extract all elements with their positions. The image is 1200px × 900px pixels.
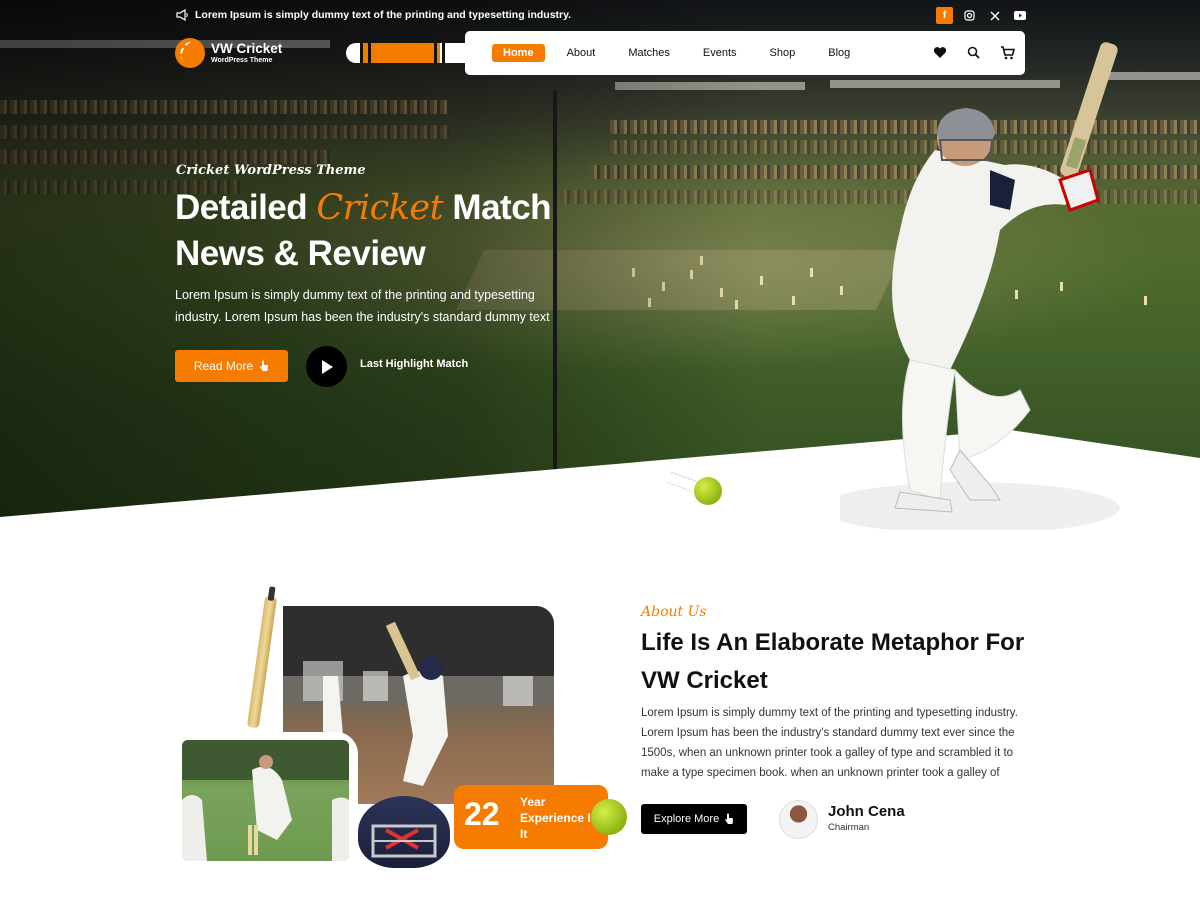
cricket-ball-icon xyxy=(694,477,722,505)
experience-number: 22 xyxy=(464,796,500,832)
brand-subtitle: WordPress Theme xyxy=(211,56,273,64)
batsman-image xyxy=(840,42,1120,530)
hero-description: Lorem Ipsum is simply dummy text of the … xyxy=(175,288,550,324)
hero-title: Detailed Cricket Match News & Review xyxy=(175,185,595,277)
explore-more-button[interactable]: Explore More xyxy=(641,804,747,834)
social-links: f xyxy=(936,7,1028,24)
brand-logo[interactable]: VW Cricket WordPress Theme xyxy=(175,38,282,68)
hero-title-line2: News & Review xyxy=(175,234,426,273)
nav-events[interactable]: Events xyxy=(692,44,748,62)
page: Lorem Ipsum is simply dummy text of the … xyxy=(0,0,1200,900)
hero-tagline: Cricket WordPress Theme xyxy=(176,163,366,178)
facebook-icon[interactable]: f xyxy=(936,7,953,24)
pointer-hand-icon xyxy=(725,813,734,824)
announcement-bar: Lorem Ipsum is simply dummy text of the … xyxy=(176,8,571,22)
read-more-button[interactable]: Read More xyxy=(175,350,288,382)
play-video-button[interactable] xyxy=(306,346,347,387)
main-nav: Home About Matches Events Shop Blog xyxy=(492,43,872,63)
nav-about[interactable]: About xyxy=(556,44,607,62)
brand-name: VW Cricket xyxy=(211,40,283,56)
last-highlight-link[interactable]: Last Highlight Match xyxy=(360,358,468,370)
cricket-bat-decoration xyxy=(246,595,278,729)
read-more-label: Read More xyxy=(193,359,254,373)
hero-title-part2: Match xyxy=(452,188,552,227)
helmet-image xyxy=(358,796,450,868)
avatar xyxy=(779,800,818,839)
about-title: Life Is An Elaborate Metaphor For VW Cri… xyxy=(641,629,1025,694)
hero-title-part1: Detailed xyxy=(175,188,308,227)
about-tag: About Us xyxy=(641,604,707,620)
hero-title-accent: Cricket xyxy=(316,188,444,228)
person-name: John Cena xyxy=(828,803,905,820)
about-description: Lorem Ipsum is simply dummy text of the … xyxy=(641,707,1018,779)
play-icon xyxy=(321,359,333,374)
cricket-ball-logo-icon xyxy=(175,38,205,68)
explore-more-label: Explore More xyxy=(653,813,720,825)
nav-shop[interactable]: Shop xyxy=(759,44,807,62)
announcement-text: Lorem Ipsum is simply dummy text of the … xyxy=(195,9,572,21)
bat-handle-decoration xyxy=(346,43,471,63)
nav-matches[interactable]: Matches xyxy=(617,44,681,62)
tennis-ball-icon xyxy=(591,799,627,835)
nav-home[interactable]: Home xyxy=(492,44,545,62)
pointer-hand-icon xyxy=(260,360,269,371)
instagram-icon[interactable] xyxy=(961,7,978,24)
youtube-icon[interactable] xyxy=(1011,7,1028,24)
megaphone-icon xyxy=(176,9,188,21)
person-role: Chairman xyxy=(828,822,870,833)
about-secondary-image xyxy=(182,740,349,861)
experience-text: Year Experience In It xyxy=(520,795,599,841)
x-icon[interactable] xyxy=(986,7,1003,24)
